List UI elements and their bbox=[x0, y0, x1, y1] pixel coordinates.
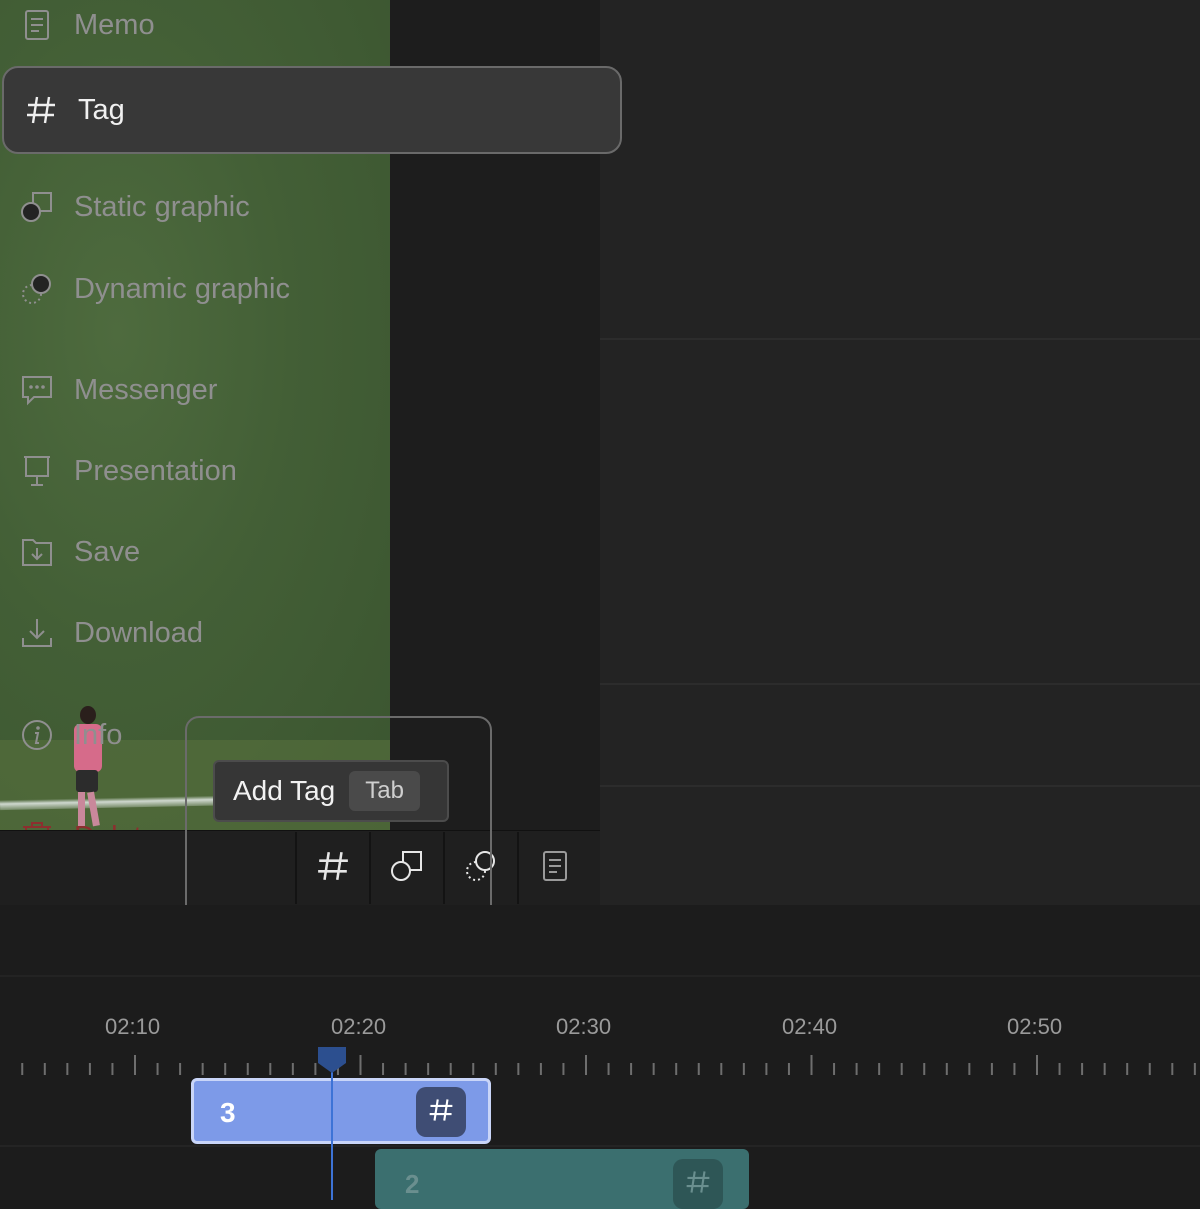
memo-icon bbox=[540, 850, 570, 887]
track-divider bbox=[0, 1145, 1200, 1147]
timeline-clip[interactable]: 3 bbox=[191, 1078, 491, 1144]
menu-item-messenger[interactable]: Messenger bbox=[0, 350, 600, 430]
menu-item-label: Presentation bbox=[74, 454, 237, 487]
playhead-handle[interactable] bbox=[316, 1045, 348, 1075]
time-label: 02:10 bbox=[105, 1014, 161, 1039]
menu-item-label: Messenger bbox=[74, 373, 218, 406]
menu-item-static-graphic[interactable]: Static graphic bbox=[0, 167, 600, 247]
hash-icon bbox=[24, 93, 58, 127]
menu-divider bbox=[600, 785, 1200, 787]
time-label: 02:50 bbox=[1007, 1014, 1063, 1039]
menu-item-label: Memo bbox=[74, 8, 155, 41]
info-icon bbox=[20, 718, 54, 752]
menu-item-presentation[interactable]: Presentation bbox=[0, 431, 600, 511]
static-graphic-icon bbox=[20, 190, 54, 224]
memo-icon bbox=[20, 8, 54, 42]
time-label: 02:40 bbox=[782, 1014, 838, 1039]
timeline-clip[interactable]: 2 bbox=[375, 1149, 749, 1209]
menu-item-label: Static graphic bbox=[74, 190, 250, 223]
menu-item-label: Tag bbox=[78, 93, 125, 126]
presentation-icon bbox=[20, 454, 54, 488]
menu-item-tag[interactable]: Tag bbox=[2, 66, 622, 154]
menu-divider bbox=[600, 683, 1200, 685]
clip-tag-button[interactable] bbox=[673, 1159, 723, 1209]
dynamic-graphic-icon bbox=[20, 272, 54, 306]
download-icon bbox=[20, 616, 54, 650]
timeline-ruler[interactable] bbox=[0, 1055, 1200, 1077]
context-menu bbox=[600, 0, 1200, 905]
hash-icon bbox=[685, 1169, 711, 1200]
menu-divider bbox=[600, 338, 1200, 340]
menu-item-download[interactable]: Download bbox=[0, 593, 600, 673]
shortcut-key-badge: Tab bbox=[349, 771, 420, 811]
playhead-line[interactable] bbox=[331, 1060, 333, 1200]
time-label: 02:30 bbox=[556, 1014, 612, 1039]
menu-item-label: Dynamic graphic bbox=[74, 272, 290, 305]
add-tag-tooltip: Add Tag Tab bbox=[213, 760, 449, 822]
menu-item-label: Save bbox=[74, 535, 141, 568]
clip-number: 2 bbox=[405, 1169, 420, 1199]
menu-item-save[interactable]: Save bbox=[0, 512, 600, 592]
menu-item-label: Download bbox=[74, 616, 203, 649]
timeline-divider bbox=[0, 975, 1200, 977]
messenger-icon bbox=[20, 373, 54, 407]
menu-item-dynamic-graphic[interactable]: Dynamic graphic bbox=[0, 249, 600, 329]
tooltip-label: Add Tag bbox=[233, 775, 336, 806]
menu-item-label: Info bbox=[74, 718, 123, 751]
save-icon bbox=[20, 535, 54, 569]
clip-number: 3 bbox=[220, 1097, 236, 1128]
clip-tag-button[interactable] bbox=[416, 1087, 466, 1137]
hash-icon bbox=[428, 1097, 454, 1128]
time-label: 02:20 bbox=[331, 1014, 387, 1039]
menu-item-memo[interactable]: Memo bbox=[0, 0, 600, 65]
add-memo-button[interactable] bbox=[517, 832, 591, 904]
